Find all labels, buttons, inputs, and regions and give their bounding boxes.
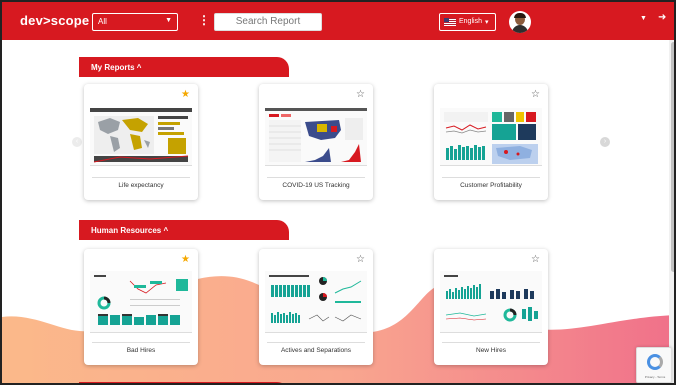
carousel-prev-icon[interactable]: ‹ (72, 137, 82, 147)
filter-select-value: All (98, 17, 107, 26)
search-input[interactable]: Search Report (214, 13, 322, 31)
card-divider (442, 177, 540, 178)
recaptcha-text[interactable]: Privacy - Terms (639, 375, 671, 379)
report-card-new-hires[interactable]: ☆ New Hires (434, 249, 548, 365)
report-card-actives-and-separations[interactable]: ☆ Actives and Separations (259, 249, 373, 365)
star-outline-icon[interactable]: ☆ (531, 254, 540, 265)
star-filled-icon[interactable]: ★ (181, 89, 190, 100)
star-outline-icon[interactable]: ☆ (356, 89, 365, 100)
report-card-label: Bad Hires (126, 347, 156, 354)
filter-select[interactable]: All ▼ (92, 13, 178, 31)
us-flag-icon (444, 18, 456, 26)
star-filled-icon[interactable]: ★ (181, 254, 190, 265)
card-divider (92, 177, 190, 178)
app-frame: dev>scope All ▼ ⋮ Search Report English … (0, 0, 676, 385)
scrollbar-thumb[interactable] (671, 42, 674, 272)
report-card-label: COVID-19 US Tracking (282, 182, 350, 189)
recaptcha-badge[interactable]: Privacy - Terms (636, 347, 672, 383)
report-card-label: Customer Profitability (460, 182, 522, 189)
brand-logo[interactable]: dev>scope (20, 13, 89, 28)
report-card-life-expectancy[interactable]: ★ Life expectancy (84, 84, 198, 200)
report-thumbnail (265, 271, 367, 333)
card-divider (267, 177, 365, 178)
user-avatar[interactable] (509, 11, 531, 33)
report-thumbnail (440, 108, 542, 166)
report-thumbnail (90, 108, 192, 166)
section-header-my-reports[interactable]: My Reports ^ (79, 57, 289, 77)
language-select[interactable]: English ▾ (439, 13, 496, 31)
report-thumbnail (440, 271, 542, 333)
report-card-covid-19-us-tracking[interactable]: ☆ COVID-19 US Tracking (259, 84, 373, 200)
kebab-menu-icon[interactable]: ⋮ (198, 13, 210, 27)
recaptcha-icon (647, 354, 663, 370)
report-thumbnail (90, 271, 192, 333)
report-card-label: Actives and Separations (280, 347, 352, 354)
user-menu-chevron-icon[interactable]: ▼ (640, 15, 647, 22)
avatar-hair (514, 13, 526, 18)
chevron-down-icon: ▾ (484, 19, 489, 26)
report-card-label: Life expectancy (118, 182, 164, 189)
language-label: English (459, 18, 482, 25)
report-card-customer-profitability[interactable]: ☆ Customer Profitability (434, 84, 548, 200)
report-card-label: New Hires (476, 347, 506, 354)
section-header-human-resources[interactable]: Human Resources ^ (79, 220, 289, 240)
card-divider (267, 342, 365, 343)
card-divider (442, 342, 540, 343)
avatar-body (512, 25, 528, 33)
star-outline-icon[interactable]: ☆ (531, 89, 540, 100)
report-card-bad-hires[interactable]: ★ Bad Hires (84, 249, 198, 365)
chevron-down-icon: ▼ (165, 17, 172, 24)
top-navbar: dev>scope All ▼ ⋮ Search Report English … (2, 2, 674, 40)
report-thumbnail (265, 108, 367, 166)
logout-icon[interactable]: ➜ (658, 12, 666, 23)
card-divider (92, 342, 190, 343)
carousel-next-icon[interactable]: › (600, 137, 610, 147)
star-outline-icon[interactable]: ☆ (356, 254, 365, 265)
